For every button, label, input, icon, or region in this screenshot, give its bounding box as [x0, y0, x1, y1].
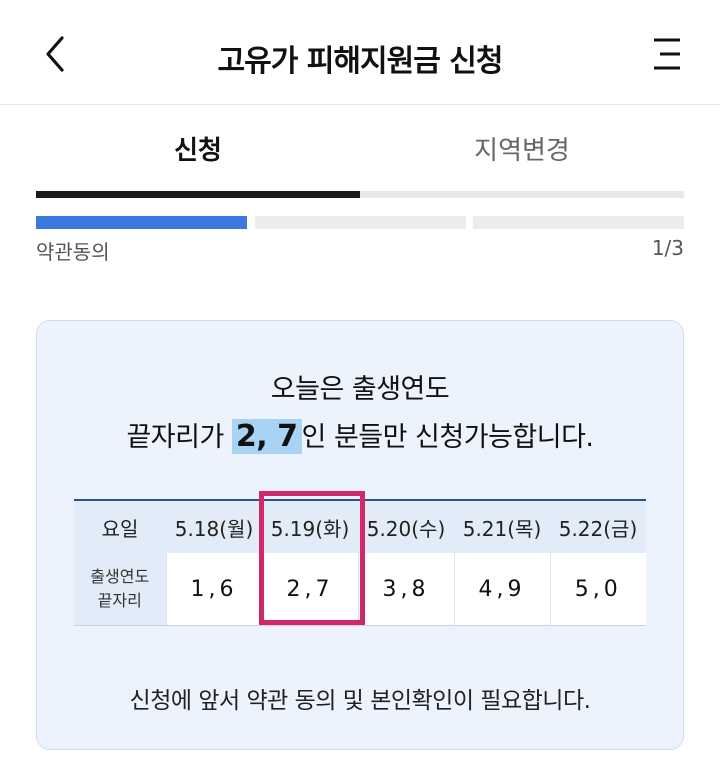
notice-line-2-pre: 끝자리가	[126, 422, 232, 453]
notice-line-2: 끝자리가 2, 7인 분들만 신청가능합니다.	[37, 415, 683, 454]
digit-cell: 1,6	[165, 553, 262, 626]
tab-bar: 신청 지역변경	[36, 130, 684, 180]
digit-cell: 5,0	[549, 553, 646, 626]
step-progress	[36, 216, 684, 229]
digit-row-label: 출생연도끝자리	[74, 553, 166, 626]
digit-cell: 4,9	[453, 553, 550, 626]
menu-icon	[654, 38, 680, 70]
notice-line-1: 오늘은 출생연도	[270, 374, 450, 405]
day-header: 5.21(목)	[454, 499, 550, 553]
step-count: 1/3	[651, 236, 684, 260]
step-label: 약관동의	[36, 240, 110, 264]
tab-region-change[interactable]: 지역변경	[360, 130, 684, 167]
step-segment-3	[473, 216, 684, 229]
tab-track	[36, 191, 684, 198]
notice-card: 오늘은 출생연도 끝자리가 2, 7인 분들만 신청가능합니다. 요일 5.18…	[36, 320, 684, 750]
digit-row-label-2: 끝자리	[97, 591, 142, 610]
today-selection-box	[259, 491, 365, 625]
footnote-text: 신청에 앞서 약관 동의 및 본인확인이 필요합니다.	[129, 688, 591, 714]
page-title: 고유가 피해지원금 신청	[217, 44, 504, 79]
day-header: 5.22(금)	[550, 499, 646, 553]
digit-cell: 3,8	[357, 553, 454, 626]
day-header-label: 요일	[74, 499, 166, 553]
tab-apply[interactable]: 신청	[36, 130, 360, 167]
highlighted-digits: 2, 7	[231, 419, 302, 454]
day-header: 5.20(수)	[358, 499, 454, 553]
digit-row-label-1: 출생연도	[90, 567, 150, 586]
day-header: 5.18(월)	[166, 499, 262, 553]
step-segment-2	[255, 216, 466, 229]
step-segment-1	[36, 216, 247, 229]
app-header: 고유가 피해지원금 신청	[0, 0, 720, 105]
menu-button[interactable]	[650, 36, 686, 72]
notice-line-2-post: 인 분들만 신청가능합니다.	[301, 422, 595, 453]
tab-active-indicator	[36, 191, 360, 198]
